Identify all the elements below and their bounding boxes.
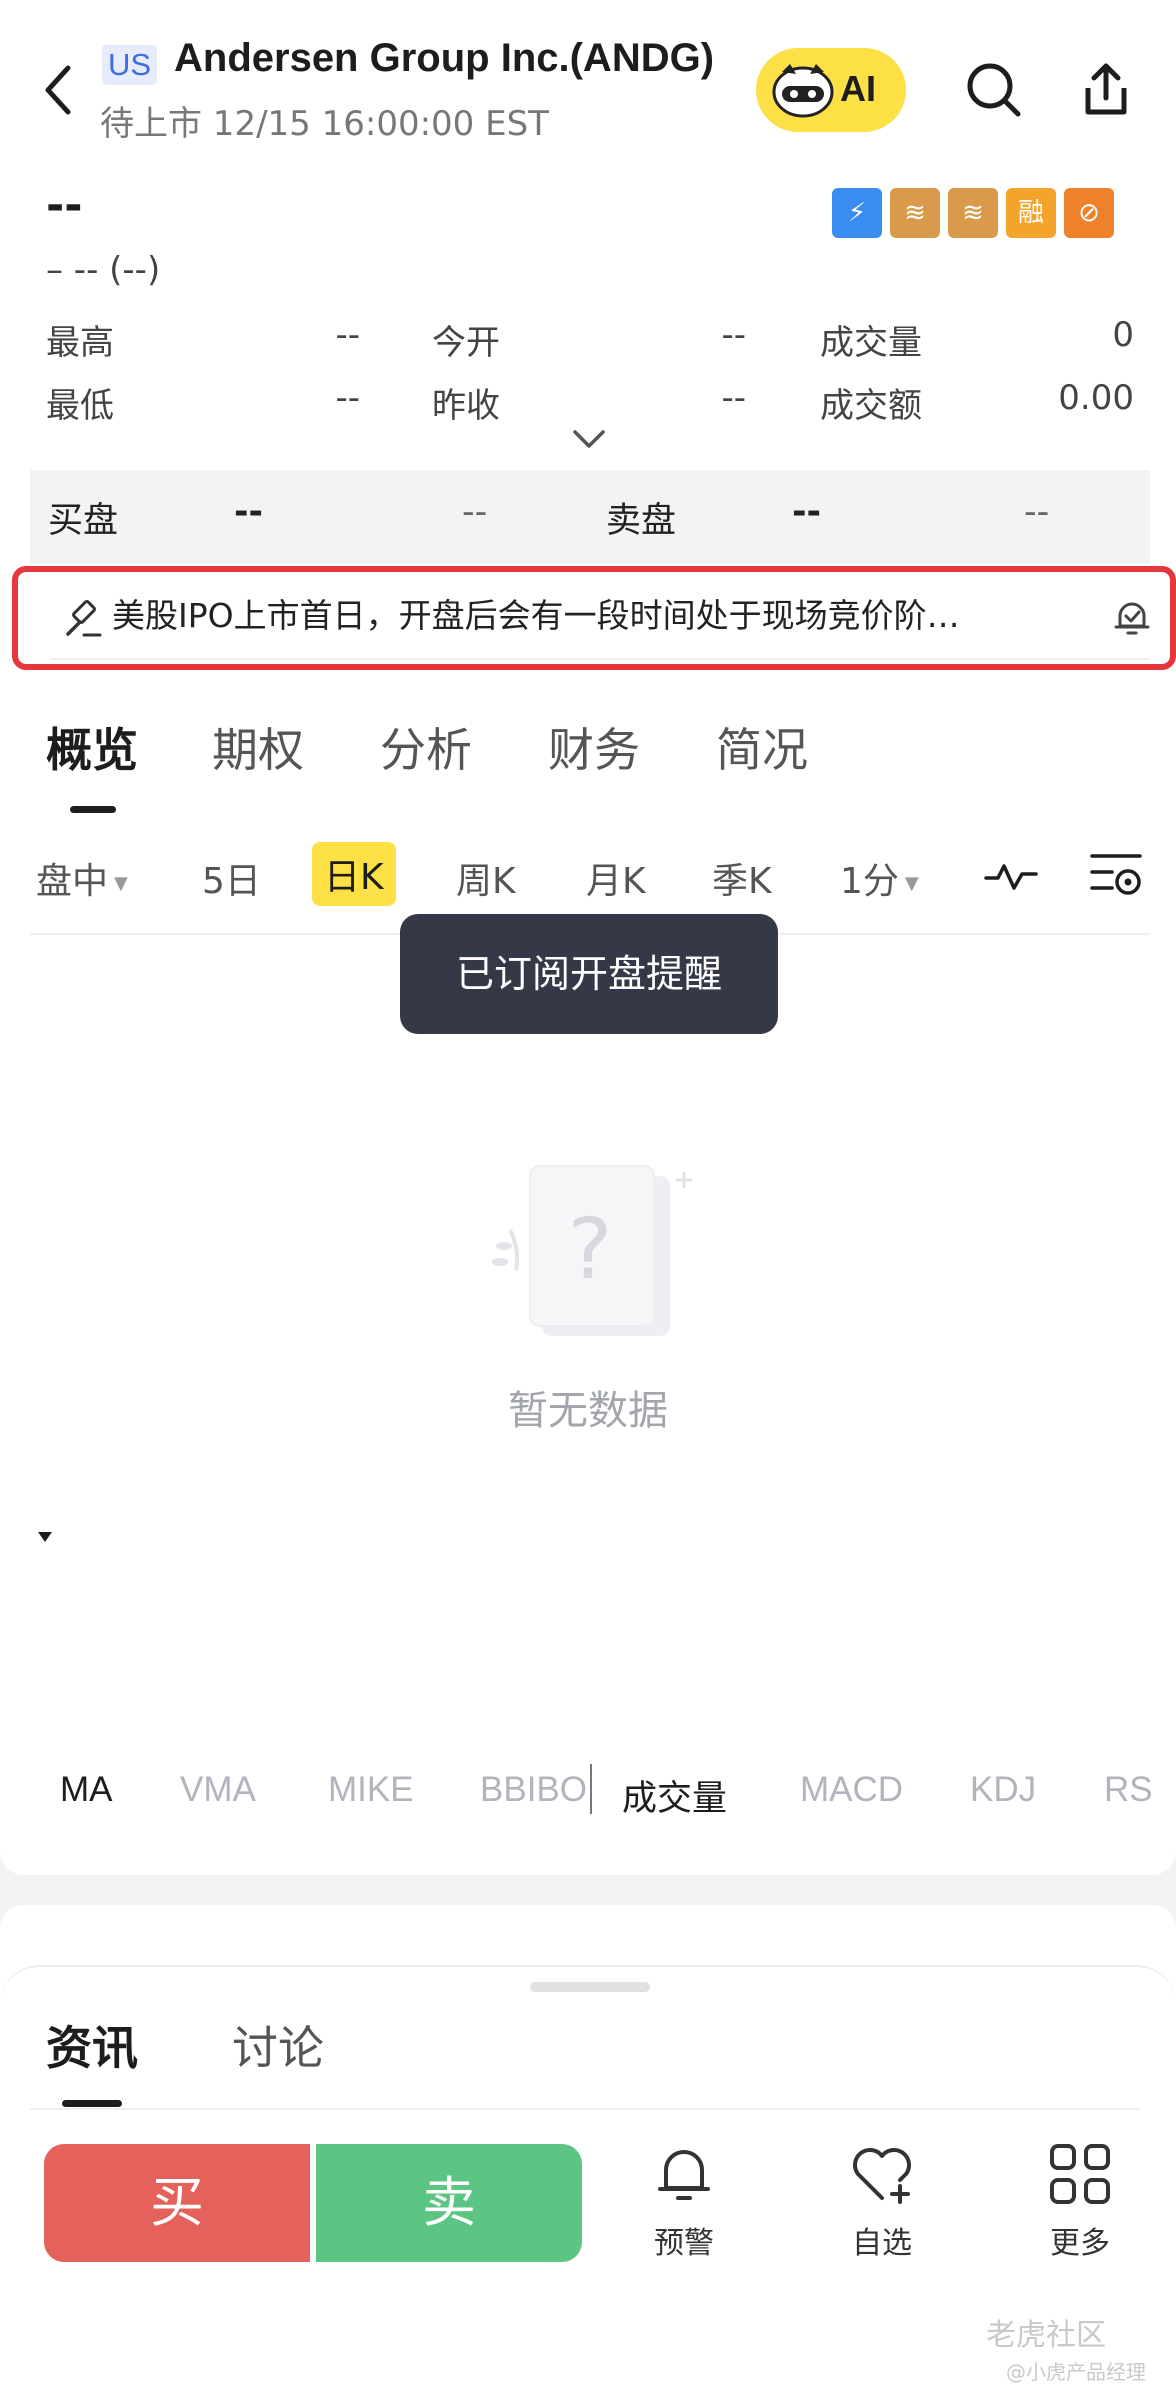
no-data-illustration: ?: [492, 1165, 692, 1336]
indicator-separator: [590, 1764, 592, 1814]
ktab-intraday-label: 盘中: [36, 861, 109, 902]
flash-tag[interactable]: ⚡: [832, 188, 882, 238]
ktab-intraday[interactable]: 盘中 ▼: [36, 852, 128, 904]
sell-button[interactable]: 卖: [316, 2144, 582, 2262]
price-change: – -- (--): [46, 250, 161, 290]
triangle-down-icon[interactable]: [38, 1532, 52, 1542]
lower-tab-indicator: [62, 2100, 122, 2107]
indicator-mike[interactable]: MIKE: [328, 1770, 414, 1810]
high-value: --: [335, 315, 360, 355]
ktab-monthly[interactable]: 月K: [586, 852, 646, 904]
indicator-volume[interactable]: 成交量: [622, 1770, 727, 1821]
tab-news[interactable]: 资讯: [46, 2012, 138, 2078]
low-label: 最低: [46, 386, 114, 426]
tab-financials[interactable]: 财务: [548, 714, 640, 780]
bid-label: 买盘: [48, 501, 119, 541]
alarm-check-icon[interactable]: [1112, 598, 1152, 638]
volume-label: 成交量: [820, 323, 922, 363]
bid-size: --: [462, 492, 488, 532]
ktab-daily[interactable]: 日K: [312, 842, 396, 906]
listing-status: 待上市 12/15 16:00:00 EST: [100, 104, 549, 144]
indicator-rsi[interactable]: RS: [1104, 1770, 1153, 1810]
indicator-ma[interactable]: MA: [60, 1770, 113, 1810]
current-price: --: [46, 180, 83, 231]
indicator-vma[interactable]: VMA: [180, 1770, 256, 1810]
share-icon[interactable]: [1074, 58, 1138, 122]
ask-size: --: [1024, 492, 1050, 532]
turnover-label: 成交额: [820, 386, 922, 426]
chevron-down-icon[interactable]: [572, 428, 606, 450]
heart-plus-icon[interactable]: [848, 2140, 916, 2208]
prev-close-value: --: [721, 378, 746, 418]
ai-label: AI: [840, 68, 876, 109]
search-icon[interactable]: [962, 58, 1026, 122]
watermark-author: @小虎产品经理: [1006, 2360, 1146, 2384]
layers-a-tag[interactable]: ≋: [890, 188, 940, 238]
robot-icon: [772, 64, 834, 118]
ipo-notice-banner[interactable]: 美股IPO上市首日，开盘后会有一段时间处于现场竞价阶…: [12, 566, 1176, 670]
subscribe-toast: 已订阅开盘提醒: [400, 914, 778, 1034]
stock-title: Andersen Group Inc.(ANDG): [174, 36, 715, 80]
chart-settings-icon[interactable]: [1090, 850, 1144, 900]
orderbook-row: 买盘 -- -- 卖盘 -- --: [30, 470, 1150, 564]
market-badge: US: [102, 45, 158, 85]
ask-price: --: [792, 492, 822, 532]
open-label: 今开: [432, 323, 500, 363]
ktab-quarterly[interactable]: 季K: [712, 852, 772, 904]
ktab-minute[interactable]: 1分 ▼: [840, 852, 919, 904]
low-value: --: [335, 378, 360, 418]
indicator-macd[interactable]: MACD: [800, 1770, 903, 1810]
prev-close-label: 昨收: [432, 386, 500, 426]
ktab-5day[interactable]: 5日: [202, 852, 261, 904]
tab-active-indicator: [70, 806, 116, 813]
svg-text:?: ?: [568, 1200, 613, 1298]
open-value: --: [721, 315, 746, 355]
alert-label[interactable]: 预警: [624, 2218, 744, 2262]
tab-options[interactable]: 期权: [212, 714, 304, 780]
more-label[interactable]: 更多: [1020, 2218, 1140, 2262]
grid-more-icon[interactable]: [1046, 2140, 1114, 2208]
ktab-minute-label: 1分: [840, 861, 899, 902]
volume-value: 0: [1112, 315, 1134, 355]
watchlist-label[interactable]: 自选: [822, 2218, 942, 2262]
tab-profile[interactable]: 简况: [716, 714, 808, 780]
ai-assistant-button[interactable]: AI: [756, 48, 906, 132]
ipo-notice-text: 美股IPO上市首日，开盘后会有一段时间处于现场竞价阶…: [112, 596, 960, 635]
tab-discussion[interactable]: 讨论: [232, 2012, 324, 2078]
caret-down-icon: ▼: [114, 872, 128, 894]
layers-t-tag[interactable]: ≋: [948, 188, 998, 238]
ask-label: 卖盘: [606, 501, 677, 541]
indicator-bbibo[interactable]: BBIBO: [480, 1770, 587, 1810]
buy-button[interactable]: 买: [44, 2144, 310, 2262]
bell-icon[interactable]: [650, 2140, 718, 2208]
turnover-value: 0.00: [1058, 378, 1134, 418]
watermark-community: 老虎社区: [986, 2318, 1106, 2353]
high-label: 最高: [46, 323, 114, 363]
margin-tag[interactable]: 融: [1006, 188, 1056, 238]
tab-overview[interactable]: 概览: [46, 714, 138, 780]
bid-price: --: [234, 492, 264, 532]
tab-analysis[interactable]: 分析: [380, 714, 472, 780]
line-chart-icon[interactable]: [984, 856, 1038, 896]
indicator-kdj[interactable]: KDJ: [970, 1770, 1036, 1810]
sheet-grab-handle[interactable]: [530, 1982, 650, 1992]
back-arrow-icon[interactable]: [40, 60, 80, 120]
caret-down-icon: ▼: [904, 872, 919, 894]
gavel-icon: [66, 600, 102, 637]
ktab-weekly[interactable]: 周K: [456, 852, 516, 904]
no-short-tag[interactable]: ⊘: [1064, 188, 1114, 238]
empty-state-text: 暂无数据: [508, 1388, 668, 1434]
